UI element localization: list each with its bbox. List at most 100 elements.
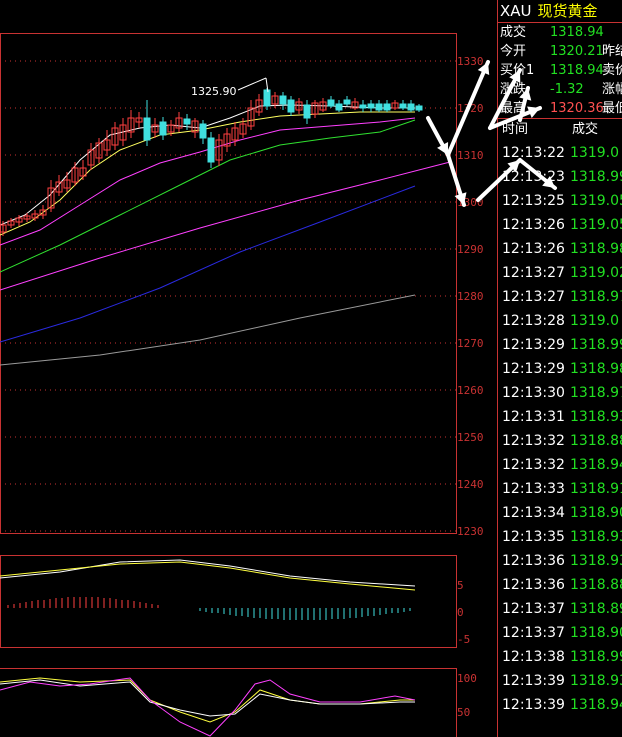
tick-time: 12:13:27 <box>502 265 565 281</box>
tick-row[interactable]: 12:13:26 1318.98 <box>498 237 622 261</box>
tick-price: 1318.93 <box>570 529 622 545</box>
tick-price: 1318.90 <box>570 505 622 521</box>
moving-average-lines <box>0 104 451 366</box>
quote-label-2: 昨结 <box>602 44 622 59</box>
tick-price: 1318.93 <box>570 409 622 425</box>
quote-label: 涨跌 <box>500 82 527 97</box>
tick-row[interactable]: 12:13:25 1319.05 <box>498 189 622 213</box>
tick-row[interactable]: 12:13:37 1318.89 <box>498 597 622 621</box>
macd-axis-0: 0 <box>457 606 464 619</box>
tick-price: 1318.93 <box>570 673 622 689</box>
tick-row[interactable]: 12:13:27 1319.02 <box>498 261 622 285</box>
tick-price: 1318.99 <box>570 169 622 185</box>
tick-row[interactable]: 12:13:23 1318.99 <box>498 165 622 189</box>
tick-time: 12:13:36 <box>502 577 565 593</box>
tick-row[interactable]: 12:13:32 1318.88 <box>498 429 622 453</box>
tick-price: 1318.98 <box>570 241 622 257</box>
tick-row[interactable]: 12:13:33 1318.91 <box>498 477 622 501</box>
price-axis-label: 1240 <box>457 478 484 491</box>
quote-row: 涨跌 -1.32 涨幅 <box>498 80 622 99</box>
tick-time: 12:13:31 <box>502 409 565 425</box>
tick-price: 1319.05 <box>570 193 622 209</box>
tick-row[interactable]: 12:13:32 1318.94 <box>498 453 622 477</box>
quote-label: 今开 <box>500 44 527 59</box>
tick-row[interactable]: 12:13:29 1318.98 <box>498 357 622 381</box>
kline-chart-area[interactable]: 1330 1320 1310 1300 1290 1280 1270 1260 1250 1240… <box>0 0 496 737</box>
ma-white-line <box>0 104 415 226</box>
tick-time: 12:13:37 <box>502 625 565 641</box>
tick-row[interactable]: 12:13:22 1319.0 <box>498 141 622 165</box>
quote-value: 1320.36 <box>550 101 604 116</box>
quote-row: 买价1 1318.94卖价 <box>498 61 622 80</box>
tick-row[interactable]: 12:13:35 1318.93 <box>498 525 622 549</box>
tick-row[interactable]: 12:13:37 1318.90 <box>498 621 622 645</box>
tick-row[interactable]: 12:13:34 1318.90 <box>498 501 622 525</box>
kdj-indicator <box>0 677 416 737</box>
tick-row[interactable]: 12:13:30 1318.97 <box>498 381 622 405</box>
tick-price: 1318.91 <box>570 481 622 497</box>
tick-row[interactable]: 12:13:26 1319.05 <box>498 213 622 237</box>
ticks-header: 时间 成交 <box>498 119 622 141</box>
price-axis-labels: 1330 1320 1310 1300 1290 1280 1270 1260 1250 1240… <box>457 55 484 538</box>
quote-label-2: 涨幅 <box>602 82 622 97</box>
tick-list[interactable]: 12:13:22 1319.0 12:13:23 1318.99 12:13:25 131… <box>498 141 622 717</box>
instrument-name: 现货黄金 <box>537 2 598 20</box>
tick-price: 1319.0 <box>570 313 619 329</box>
tick-price: 1319.05 <box>570 217 622 233</box>
tick-time: 12:13:23 <box>502 169 565 185</box>
price-axis-label: 1330 <box>457 55 484 68</box>
quote-label-2: 卖价 <box>602 63 622 78</box>
tick-row[interactable]: 12:13:31 1318.93 <box>498 405 622 429</box>
price-axis-label: 1300 <box>457 196 484 209</box>
tick-time: 12:13:36 <box>502 553 565 569</box>
quote-label: 买价1 <box>500 63 535 78</box>
quote-label-2: 最低 <box>602 101 622 116</box>
quote-label: 最高 <box>500 101 527 116</box>
tick-row[interactable]: 12:13:36 1318.93 <box>498 549 622 573</box>
tick-price: 1318.98 <box>570 361 622 377</box>
tick-time: 12:13:38 <box>502 649 565 665</box>
quote-box: 成交1318.94今开1320.21昨结买价11318.94卖价涨跌-1.32涨… <box>498 23 622 118</box>
price-axis-label: 1280 <box>457 290 484 303</box>
tick-time: 12:13:25 <box>502 193 565 209</box>
tick-row[interactable]: 12:13:39 1318.93 <box>498 669 622 693</box>
tick-time: 12:13:29 <box>502 361 565 377</box>
ma-blue-line <box>0 185 416 343</box>
tick-row[interactable]: 12:13:27 1318.97 <box>498 285 622 309</box>
price-axis-label: 1310 <box>457 149 484 162</box>
price-axis-label: 1270 <box>457 337 484 350</box>
macd-axis-5: 5 <box>457 579 464 592</box>
tick-price: 1318.88 <box>570 433 622 449</box>
tick-time: 12:13:28 <box>502 313 565 329</box>
tick-price: 1318.97 <box>570 289 622 305</box>
tick-price: 1318.89 <box>570 601 622 617</box>
price-grid <box>0 60 456 532</box>
tick-time: 12:13:26 <box>502 217 565 233</box>
kline-chart[interactable]: 1330 1320 1310 1300 1290 1280 1270 1260 1250 1240… <box>0 0 496 737</box>
tick-price: 1318.99 <box>570 649 622 665</box>
kdj-axis-50: 50 <box>457 706 470 719</box>
kdj-axis-100: 100 <box>457 672 477 685</box>
tick-price: 1318.93 <box>570 553 622 569</box>
tick-row[interactable]: 12:13:29 1318.99 <box>498 333 622 357</box>
quote-value: 1318.94 <box>550 25 604 40</box>
high-annotation: 1325.90 <box>191 77 269 98</box>
tick-row[interactable]: 12:13:28 1319.0 <box>498 309 622 333</box>
tick-price: 1318.88 <box>570 577 622 593</box>
tick-time: 12:13:29 <box>502 337 565 353</box>
tick-row[interactable]: 12:13:39 1318.94 <box>498 693 622 717</box>
price-axis-label: 1320 <box>457 102 484 115</box>
price-axis-label: 1230 <box>457 525 484 538</box>
quote-label: 成交 <box>500 25 527 40</box>
tick-time: 12:13:26 <box>502 241 565 257</box>
ticks-header-price: 成交 <box>572 122 599 137</box>
price-axis-label: 1250 <box>457 431 484 444</box>
tick-row[interactable]: 12:13:38 1318.99 <box>498 645 622 669</box>
tick-time: 12:13:35 <box>502 529 565 545</box>
tick-time: 12:13:32 <box>502 457 565 473</box>
tick-row[interactable]: 12:13:36 1318.88 <box>498 573 622 597</box>
tick-time: 12:13:39 <box>502 673 565 689</box>
tick-price: 1318.97 <box>570 385 622 401</box>
tick-price: 1319.02 <box>570 265 622 281</box>
tick-time: 12:13:39 <box>502 697 565 713</box>
